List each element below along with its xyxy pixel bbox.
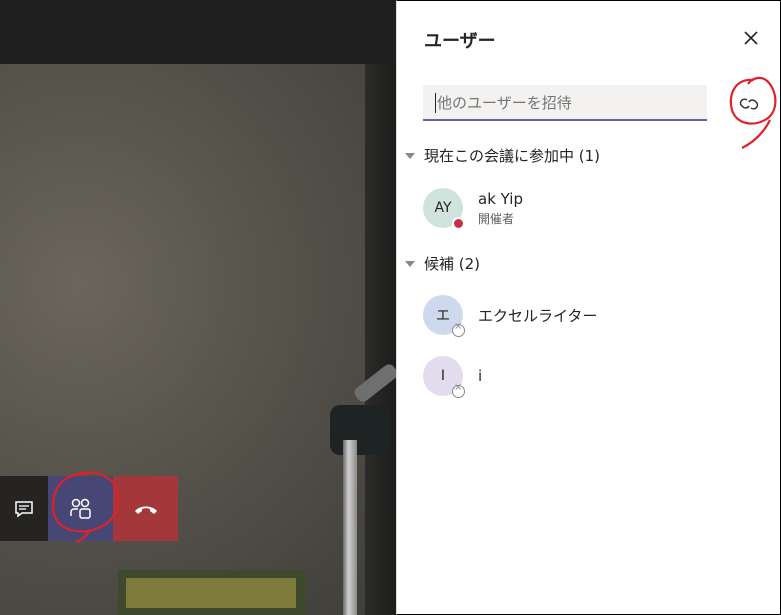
suggestion-row[interactable]: エ エクセルライター	[423, 295, 598, 337]
suggestion-name: i	[478, 367, 483, 385]
avatar: エ	[423, 295, 465, 337]
chat-button[interactable]	[0, 476, 48, 541]
copy-join-link-button[interactable]	[737, 92, 761, 116]
in-meeting-section-header[interactable]: 現在この会議に参加中 (1)	[405, 145, 600, 166]
camera-feed-object	[118, 570, 306, 615]
suggestion-row[interactable]: I i	[423, 356, 483, 398]
avatar: I	[423, 356, 465, 398]
people-icon	[69, 498, 91, 519]
avatar: AY	[423, 188, 465, 230]
chat-icon	[15, 500, 33, 517]
participant-role: 開催者	[478, 211, 515, 226]
close-button[interactable]	[740, 27, 762, 49]
video-area	[0, 0, 396, 615]
participants-button[interactable]	[48, 476, 113, 541]
link-icon	[739, 98, 759, 110]
phone-hangup-icon	[134, 506, 157, 514]
camera-feed-pole	[343, 440, 357, 615]
collapse-triangle-icon	[405, 152, 415, 159]
suggestions-section-header[interactable]: 候補 (2)	[405, 253, 480, 274]
close-icon	[744, 31, 758, 45]
offline-status-icon	[452, 321, 465, 337]
in-meeting-label: 現在この会議に参加中 (1)	[424, 147, 601, 165]
invite-search-box[interactable]	[423, 85, 709, 121]
video-top-bar	[0, 0, 396, 64]
camera-feed-knob	[330, 405, 390, 455]
collapse-triangle-icon	[405, 260, 415, 267]
offline-status-icon	[452, 382, 465, 398]
camera-feed-shadow	[365, 64, 396, 615]
call-control-bar	[0, 476, 178, 541]
participant-name: ak Yip	[478, 189, 523, 208]
suggestions-label: 候補 (2)	[424, 255, 481, 273]
text-cursor	[435, 93, 436, 113]
panel-title: ユーザー	[424, 31, 496, 52]
hang-up-button[interactable]	[113, 476, 178, 541]
suggestion-name: エクセルライター	[478, 306, 598, 325]
people-panel: ユーザー 現在この会議に参加中 (1) AY ak Yip 開催者 候補 (2)	[396, 0, 781, 615]
invite-input[interactable]	[423, 85, 709, 121]
busy-status-icon	[452, 217, 465, 230]
participant-row[interactable]: AY ak Yip 開催者	[423, 188, 523, 230]
